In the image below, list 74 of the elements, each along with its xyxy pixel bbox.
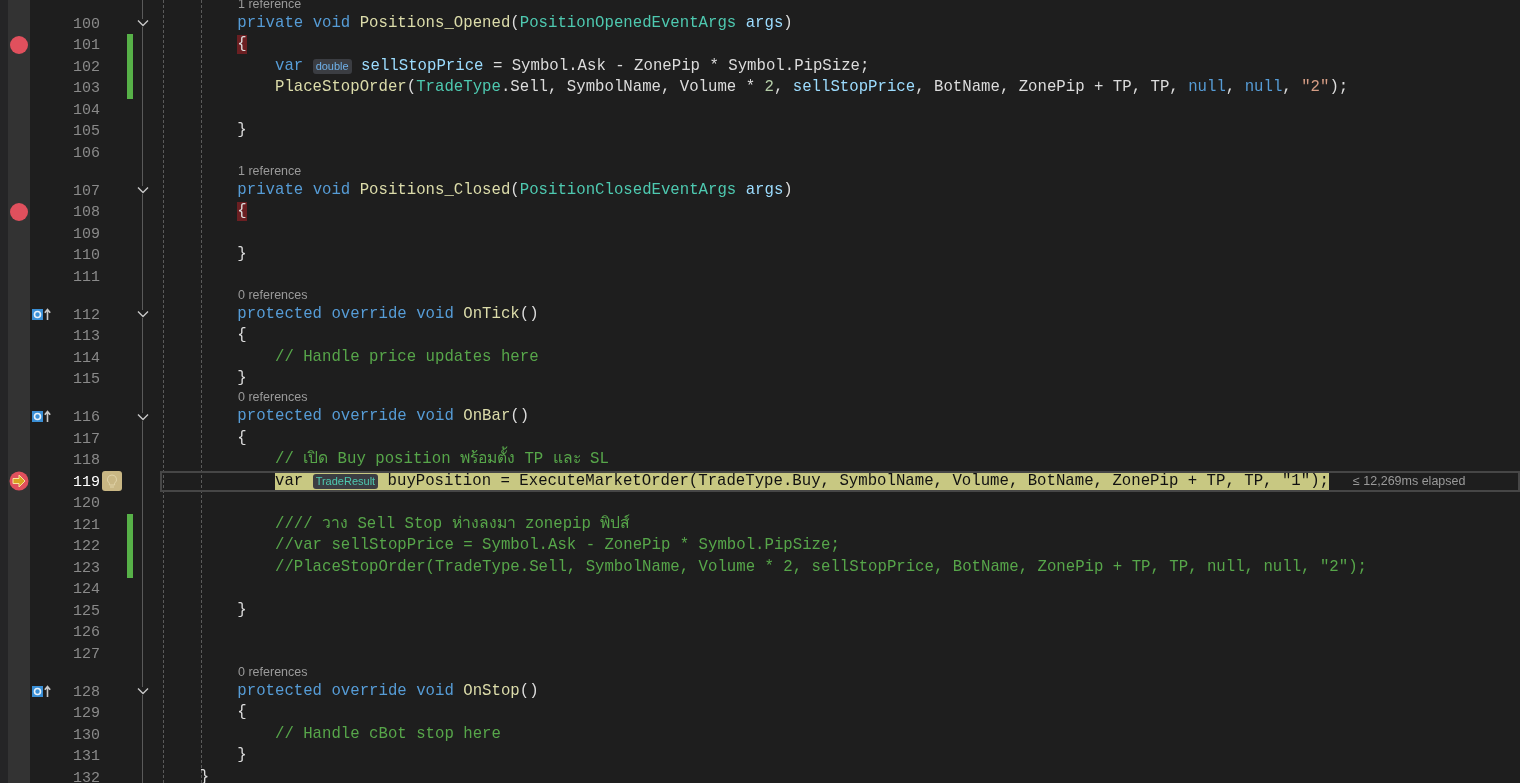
code-text: {	[237, 428, 247, 448]
line-number: 115	[73, 371, 100, 388]
code-text: // Handle price updates here	[274, 347, 539, 367]
code-text: {	[237, 326, 247, 346]
line-number: 110	[73, 247, 100, 264]
line-number: 107	[73, 182, 100, 200]
inline-type-hint: double	[312, 58, 352, 74]
inline-type-hint: TradeResult	[312, 473, 379, 489]
line-number: 103	[73, 80, 100, 97]
code-text: //PlaceStopOrder(TradeType.Sell, SymbolName, Volume * 2, sellStopPrice, BotName, ZonePip + TP, TP, null, null, "2");	[274, 557, 1367, 577]
override-up-icon[interactable]	[32, 307, 52, 321]
line-number: 128	[73, 683, 100, 701]
line-number: 131	[73, 748, 100, 765]
line-number: 130	[73, 726, 100, 744]
collapse-chevron-icon[interactable]	[137, 186, 149, 195]
line-number: 106	[73, 144, 100, 162]
code-text: //var sellStopPrice = Symbol.Ask - ZonePip * Symbol.PipSize;	[274, 536, 840, 556]
code-text: buyPosition = ExecuteMarketOrder(TradeType.Buy, SymbolName, Volume, BotName, ZonePip + TP, TP, "1");	[386, 472, 1329, 490]
line-number: 117	[73, 430, 100, 448]
code-text: // Handle cBot stop here	[274, 724, 501, 744]
collapse-chevron-icon[interactable]	[137, 412, 149, 421]
code-text: private void Positions_Closed(PositionClosedEventArgs args)	[237, 180, 793, 200]
line-number: 118	[73, 452, 100, 469]
collapse-chevron-icon[interactable]	[137, 687, 149, 696]
line-number: 122	[73, 538, 100, 555]
line-number: 109	[73, 225, 100, 243]
code-text: }	[237, 245, 247, 265]
line-number: 111	[73, 268, 100, 286]
code-text: }	[237, 600, 247, 620]
codelens-references[interactable]: 1 reference	[238, 163, 302, 179]
code-text: //// วาง Sell Stop ห่างลงมา zonepip พิปส์	[274, 514, 631, 534]
code-text: var	[274, 472, 305, 490]
override-up-icon[interactable]	[32, 684, 52, 698]
line-number: 105	[73, 123, 100, 140]
line-number: 120	[73, 495, 100, 512]
code-text: var	[274, 56, 305, 76]
code-text: {	[237, 202, 247, 222]
codelens-references[interactable]: 0 references	[238, 390, 308, 406]
collapse-chevron-icon[interactable]	[137, 310, 149, 319]
code-text: protected override void OnTick()	[237, 304, 539, 324]
elapsed-time-hint: ≤ 12,269ms elapsed	[1352, 472, 1466, 490]
line-number: 104	[73, 101, 100, 119]
lightbulb-icon[interactable]	[102, 471, 122, 492]
line-number: 123	[73, 559, 100, 577]
code-text: }	[237, 369, 247, 389]
line-number: 100	[73, 15, 100, 33]
line-number: 132	[73, 769, 100, 783]
codelens-references[interactable]: 0 references	[238, 287, 308, 303]
line-number: 127	[73, 645, 100, 663]
line-number: 108	[73, 204, 100, 221]
line-number: 119	[73, 473, 100, 491]
collapse-chevron-icon[interactable]	[137, 19, 149, 28]
line-number: 124	[73, 581, 100, 598]
code-text: PlaceStopOrder(TradeType.Sell, SymbolName, Volume * 2, sellStopPrice, BotName, ZonePip + TP, TP, null, null, "2");	[274, 78, 1349, 98]
line-number: 116	[73, 409, 100, 426]
line-number: 125	[73, 602, 100, 620]
line-number: 121	[73, 516, 100, 534]
line-number: 126	[73, 624, 100, 641]
codelens-references[interactable]: 0 references	[238, 664, 308, 680]
override-up-icon[interactable]	[32, 410, 52, 424]
code-text: private void Positions_Opened(PositionOpenedEventArgs args)	[237, 13, 793, 33]
code-text: }	[237, 121, 247, 141]
line-number: 114	[73, 349, 100, 367]
line-number: 112	[73, 306, 100, 324]
code-text: protected override void OnBar()	[237, 407, 530, 427]
line-number: 102	[73, 58, 100, 76]
line-number: 101	[73, 37, 100, 54]
code-text: }	[237, 746, 247, 766]
line-number: 113	[73, 328, 100, 345]
code-text: {	[237, 703, 247, 723]
code-text: sellStopPrice = Symbol.Ask - ZonePip * Symbol.PipSize;	[360, 56, 870, 76]
code-text: {	[237, 35, 247, 55]
line-number: 129	[73, 705, 100, 722]
code-text: protected override void OnStop()	[237, 681, 539, 701]
